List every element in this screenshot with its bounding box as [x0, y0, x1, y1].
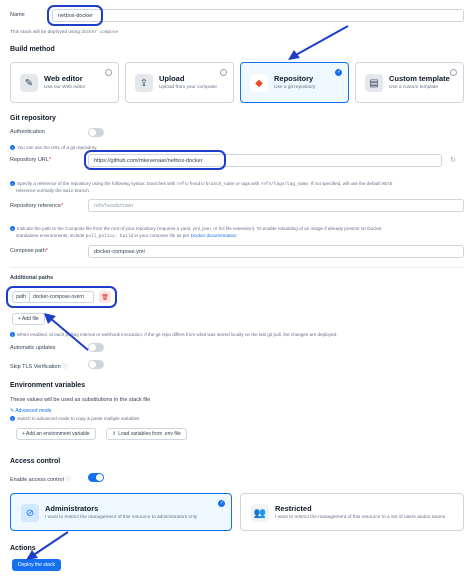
annotation-highlight-additional-path — [6, 286, 117, 308]
add-environment-variable-button[interactable]: + Add an environment variable — [16, 428, 96, 440]
option-title: Restricted — [275, 504, 312, 513]
template-icon: ▤ — [365, 74, 383, 92]
option-title: Upload — [159, 74, 185, 83]
radio-indicator — [450, 69, 457, 76]
repository-reference-label: Repository reference* — [10, 203, 64, 209]
additional-paths-heading: Additional paths — [10, 275, 54, 281]
compose-path-info-line1: i Indicate the path to the Compose file f… — [10, 226, 382, 232]
edit-icon: ✎ — [20, 74, 38, 92]
option-subtitle: I want to restrict the management of thi… — [45, 515, 198, 520]
repository-url-label: Repository URL* — [10, 157, 51, 163]
advanced-mode-link[interactable]: ✎ Advanced mode — [10, 408, 51, 414]
option-title: Custom template — [389, 74, 450, 83]
compose-path-info-line2: standalone environments, include pull_po… — [16, 233, 237, 239]
skip-tls-label: Skip TLS Verification ⓘ — [10, 364, 68, 370]
option-subtitle: I want to restrict the management of thi… — [275, 515, 446, 520]
divider — [10, 267, 464, 268]
radio-indicator — [105, 69, 112, 76]
advanced-mode-hint: i Switch to advanced mode to copy & paste… — [10, 416, 139, 422]
option-title: Repository — [274, 74, 314, 83]
access-option-administrators[interactable]: ⊘ Administrators I want to restrict the … — [10, 493, 232, 531]
name-input[interactable]: netbox-docker — [52, 9, 464, 22]
load-variables-button[interactable]: ⇪ Load variables from .env file — [106, 428, 187, 440]
help-icon: ⓘ — [65, 477, 71, 483]
build-method-heading: Build method — [10, 46, 55, 53]
authentication-toggle[interactable] — [88, 128, 104, 137]
no-entry-icon: ⊘ — [21, 504, 39, 522]
radio-indicator-checked — [218, 500, 225, 507]
git-repository-heading: Git repository — [10, 115, 56, 122]
option-subtitle: Use a custom template — [389, 85, 439, 90]
build-method-custom-template[interactable]: ▤ Custom template Use a custom template — [355, 62, 464, 103]
upload-icon: ⇪ — [112, 431, 117, 437]
compose-path-input[interactable]: docker-compose.yml — [88, 245, 464, 258]
users-icon: 👥 — [251, 504, 269, 522]
option-title: Administrators — [45, 504, 99, 513]
build-method-repository[interactable]: ◆ Repository Use a git repository — [240, 62, 349, 103]
access-control-heading: Access control — [10, 458, 61, 465]
git-icon: ◆ — [250, 74, 268, 92]
environment-variables-desc: These values will be used as substitutio… — [10, 397, 151, 403]
option-title: Web editor — [44, 74, 83, 83]
environment-variables-heading: Environment variables — [10, 382, 86, 389]
option-subtitle: Use a git repository — [274, 85, 316, 90]
refresh-icon[interactable]: ↻ — [450, 156, 456, 164]
reference-info-line2: reference normally the main branch. — [16, 188, 91, 194]
annotation-highlight-name — [47, 5, 103, 26]
edit-icon: ✎ — [10, 408, 15, 414]
annotation-highlight-url — [84, 150, 226, 170]
name-hint: This stack will be deployed using docker… — [10, 30, 119, 35]
skip-tls-toggle[interactable] — [88, 360, 104, 369]
reference-info-line1: i Specify a reference of the repository u… — [10, 181, 392, 187]
help-icon: ⓘ — [62, 364, 68, 370]
build-method-upload[interactable]: ⇪ Upload Upload from your computer — [125, 62, 234, 103]
docker-documentation-link[interactable]: Docker documentation — [191, 233, 237, 238]
option-subtitle: Upload from your computer — [159, 85, 218, 90]
authentication-info: i You can use the URL of a git repository… — [10, 145, 98, 151]
authentication-label: Authentication — [10, 129, 45, 135]
option-subtitle: Use our Web editor — [44, 85, 86, 90]
enable-access-control-label: Enable access control ⓘ — [10, 477, 71, 483]
access-control-toggle[interactable] — [88, 473, 104, 482]
access-option-restricted[interactable]: 👥 Restricted I want to restrict the mana… — [240, 493, 464, 531]
compose-path-label: Compose path* — [10, 248, 48, 254]
annotation-arrow-additional-path — [44, 313, 89, 351]
repository-reference-input[interactable]: refs/heads/main — [88, 199, 464, 212]
name-label: Name — [10, 12, 25, 18]
annotation-arrow-repository — [288, 25, 349, 60]
upload-icon: ⇪ — [135, 74, 153, 92]
radio-indicator — [220, 69, 227, 76]
build-method-web-editor[interactable]: ✎ Web editor Use our Web editor — [10, 62, 119, 103]
annotation-arrow-deploy — [26, 531, 69, 560]
radio-indicator-checked — [335, 69, 342, 76]
